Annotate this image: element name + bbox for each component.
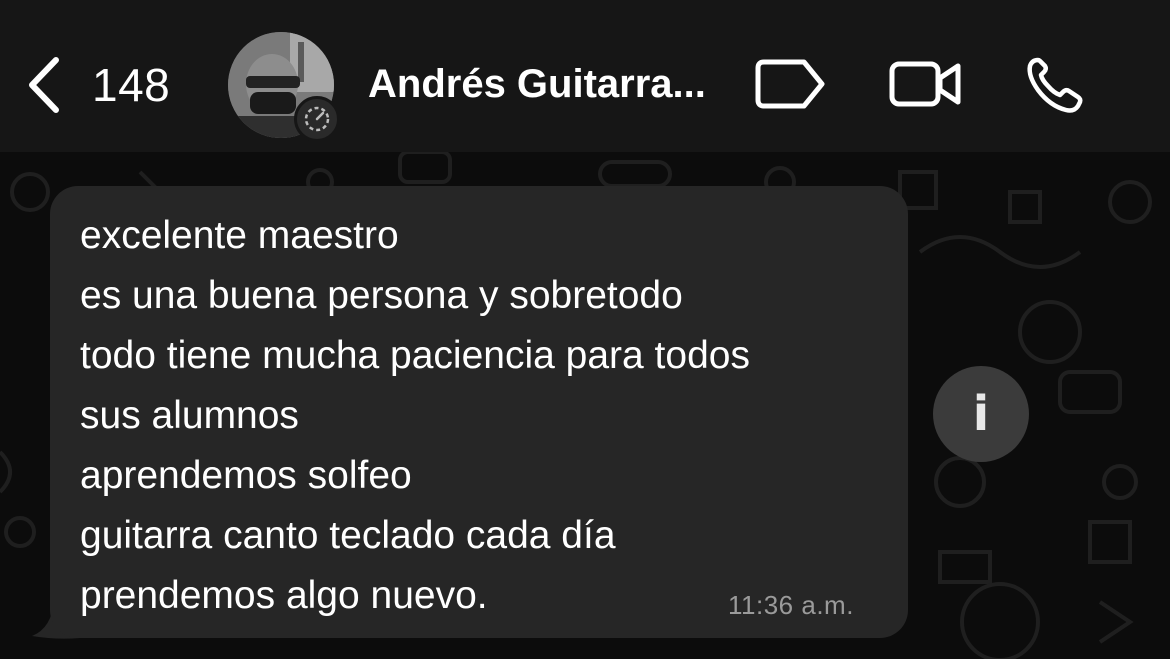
contact-name[interactable]: Andrés Guitarra... (368, 62, 706, 107)
message-line: excelente maestro (80, 214, 399, 257)
phone-icon[interactable] (1024, 54, 1086, 116)
message-line: es una buena persona y sobretodo (80, 274, 683, 317)
chevron-left-icon (29, 57, 59, 113)
message-line: aprendemos solfeo (80, 454, 412, 497)
message-line: prendemos algo nuevo. (80, 574, 488, 617)
message-line: guitarra canto teclado cada día (80, 514, 616, 557)
chat-header: 148 Andrés Guitarra... (0, 0, 1170, 152)
info-button[interactable]: i (933, 366, 1029, 462)
info-icon: i (972, 386, 990, 442)
video-camera-icon[interactable] (888, 54, 964, 114)
tag-icon[interactable] (754, 54, 830, 114)
message-text: excelente maestro es una buena persona y… (80, 206, 750, 626)
unread-count: 148 (92, 59, 171, 111)
status-ring-icon (294, 96, 340, 142)
message-line: todo tiene mucha paciencia para todos (80, 334, 750, 377)
message-timestamp: 11:36 a.m. (728, 590, 854, 620)
back-button[interactable]: 148 (22, 52, 182, 118)
message-line: sus alumnos (80, 394, 299, 437)
